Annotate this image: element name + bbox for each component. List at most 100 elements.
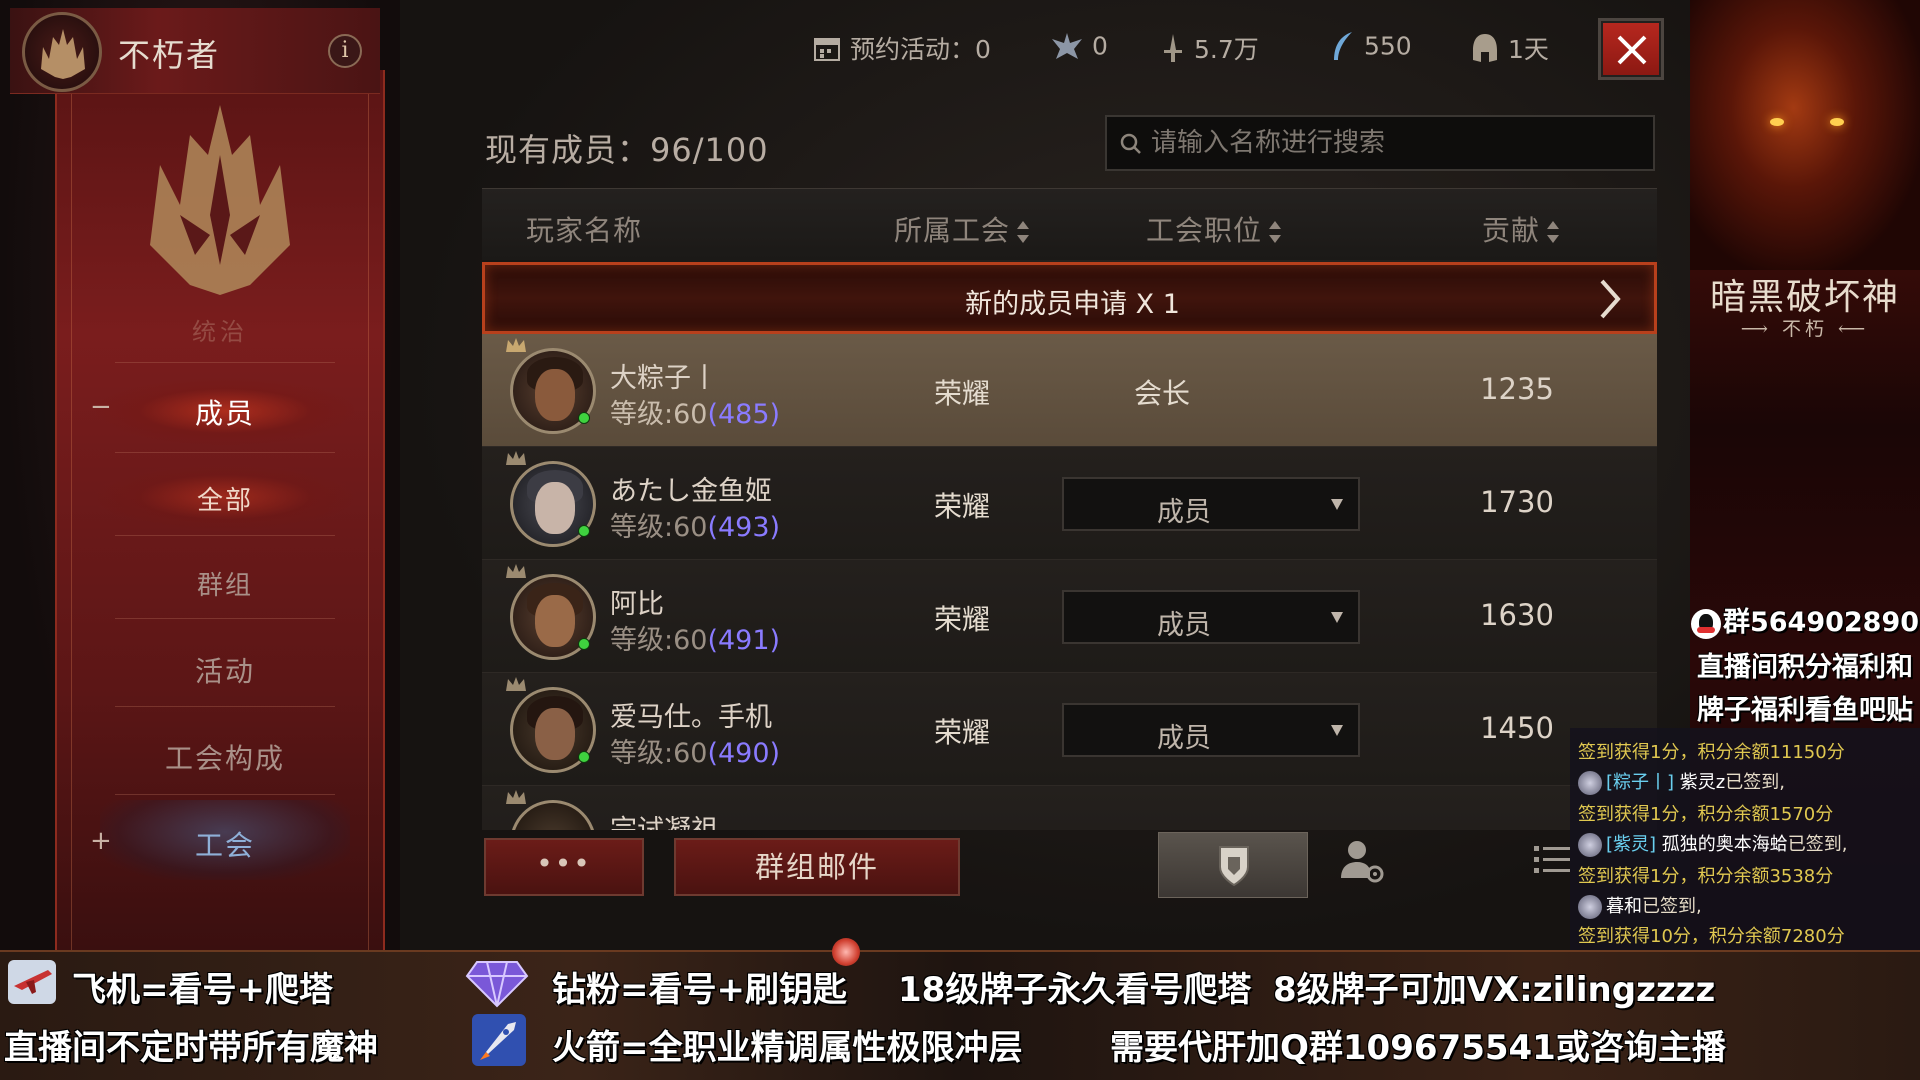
nav-item-all[interactable]: 全部: [90, 480, 360, 517]
nav-divider: [115, 535, 335, 536]
overlay-badge8-text: 8级牌子可加VX:zilingzzzz: [1273, 970, 1716, 1010]
member-row[interactable]: 大粽子丨 等级:60(485) 荣耀 会长 1235: [482, 334, 1657, 447]
overlay-rocket-text: 火箭=全职业精调属性极限冲层: [552, 1028, 1023, 1068]
role-dropdown-value: 成员: [1157, 610, 1211, 641]
player-level-power: (493): [707, 512, 781, 543]
more-button[interactable]: •••: [484, 838, 644, 896]
online-status-dot: [578, 412, 590, 424]
new-member-request-label: 新的成员申请 X 1: [965, 289, 1180, 320]
member-row[interactable]: 宗试凝祖: [482, 786, 1657, 830]
power-stat[interactable]: 5.7万: [1160, 30, 1259, 66]
nav-item-events[interactable]: 活动: [90, 650, 360, 690]
nav-item-members[interactable]: 成员: [90, 392, 360, 432]
list-icon: [1534, 846, 1570, 873]
nav-item-groups[interactable]: 群组: [90, 565, 360, 602]
player-contribution: 1235: [1480, 372, 1554, 406]
column-position[interactable]: 工会职位: [1146, 209, 1282, 249]
qq-icon: [1690, 608, 1721, 639]
role-dropdown[interactable]: 成员: [1062, 477, 1360, 531]
crest-caption: 统治: [192, 318, 248, 346]
member-settings-button[interactable]: [1337, 838, 1417, 896]
player-name: 阿比: [610, 589, 664, 620]
person-gear-icon: [1341, 841, 1384, 883]
calendar-icon: [814, 38, 840, 61]
player-level-power: (485): [707, 399, 781, 430]
chat-username: 暮和: [1606, 896, 1642, 917]
online-status-dot: [578, 638, 590, 650]
avatar: [1578, 771, 1602, 795]
chat-message: 签到获得1分，积分余额11150分: [1578, 738, 1845, 764]
role-dropdown[interactable]: 成员: [1062, 590, 1360, 644]
crown-icon: [506, 564, 526, 578]
column-guild[interactable]: 所属工会: [894, 209, 1030, 249]
helmet-icon: [1473, 34, 1497, 62]
player-level: 等级:60(485): [610, 392, 780, 431]
game-subtitle: ⟶ 不朽 ⟵: [1740, 318, 1870, 340]
overlay-diamond-text: 钻粉=看号+刷钥匙: [552, 970, 847, 1010]
player-name: 大粽子丨: [610, 363, 718, 394]
chevron-down-icon: [1331, 725, 1343, 736]
avatar-face: [535, 369, 575, 421]
member-search[interactable]: [1105, 115, 1655, 171]
promo-line-2: 牌子福利看鱼吧贴: [1697, 695, 1913, 726]
power-value: 5.7万: [1194, 35, 1259, 64]
dragon-eye: [1770, 118, 1784, 126]
column-contribution[interactable]: 贡献: [1482, 209, 1560, 249]
search-icon: [1120, 133, 1141, 154]
chat-text: 已签到,: [1725, 772, 1785, 793]
crest-stat[interactable]: 0: [1050, 30, 1108, 66]
game-title: 暗黑破坏神: [1709, 277, 1900, 318]
member-row[interactable]: 阿比 等级:60(491) 荣耀 成员 1630: [482, 560, 1657, 673]
crest-value: 0: [1092, 31, 1108, 61]
nav-divider: [115, 618, 335, 619]
search-input[interactable]: [1151, 123, 1641, 163]
nav-divider: [115, 452, 335, 453]
new-member-request-banner[interactable]: 新的成员申请 X 1: [482, 262, 1657, 334]
column-player-name-label: 玩家名称: [526, 214, 643, 247]
chat-message: 签到获得10分，积分余额7280分: [1578, 922, 1845, 948]
column-guild-label: 所属工会: [894, 214, 1011, 247]
shield-icon: [1219, 846, 1249, 887]
chat-text: 签到获得1分，积分余额11150分: [1578, 742, 1845, 763]
info-icon[interactable]: i: [328, 34, 362, 68]
player-role: 会长: [1133, 377, 1190, 410]
close-button[interactable]: [1598, 18, 1664, 80]
stream-chat: 签到获得1分，积分余额11150分 [粽子丨] 紫灵z已签到, 签到获得1分，积…: [1570, 728, 1920, 950]
days-value: 1天: [1508, 35, 1549, 64]
chat-username: 孤独的奥本海蛤: [1661, 834, 1788, 855]
chat-message: [紫灵] 孤独的奥本海蛤已签到,: [1578, 830, 1848, 857]
role-dropdown[interactable]: 成员: [1062, 703, 1360, 757]
avatar: [1578, 833, 1602, 857]
guild-shield-button[interactable]: [1158, 832, 1308, 898]
scheduled-events-stat[interactable]: 预约活动：0: [812, 30, 991, 66]
player-level-value: 等级:60: [610, 738, 708, 769]
member-row[interactable]: 爱马仕。手机 等级:60(490) 荣耀 成员 1450: [482, 673, 1657, 786]
column-player-name: 玩家名称: [526, 209, 642, 249]
qq-group-line: 群564902890: [1690, 600, 1920, 639]
avatar: [1578, 895, 1602, 919]
promo-line-1: 直播间积分福利和: [1697, 652, 1913, 683]
member-actions-bar: ••• 群组邮件: [482, 832, 1657, 902]
sort-icon: [1017, 221, 1030, 243]
days-stat[interactable]: 1天: [1470, 30, 1549, 66]
guild-name-header: 不朽者 i: [10, 8, 380, 94]
overlay-demon-gods-text: 直播间不定时带所有魔神: [4, 1028, 378, 1068]
chat-text: 签到获得10分，积分余额7280分: [1578, 926, 1845, 947]
player-level-value: 等级:60: [610, 512, 708, 543]
nav-divider: [115, 706, 335, 707]
group-mail-button[interactable]: 群组邮件: [674, 838, 960, 896]
nav-item-guild-composition[interactable]: 工会构成: [90, 737, 360, 777]
guild-name: 不朽者: [118, 36, 221, 74]
nav-item-guild[interactable]: 工会: [90, 824, 360, 864]
avatar-face: [535, 708, 575, 760]
member-row[interactable]: あたし金鱼姬 等级:60(493) 荣耀 成员 1730: [482, 447, 1657, 560]
player-level-power: (490): [707, 738, 781, 769]
role-dropdown-value: 成员: [1157, 723, 1211, 754]
column-position-label: 工会职位: [1146, 214, 1263, 247]
chat-message: 暮和已签到,: [1578, 892, 1702, 919]
feather-stat[interactable]: 550: [1330, 30, 1412, 66]
table-header: 玩家名称 所属工会 工会职位 贡献: [482, 188, 1657, 260]
crown-icon: [506, 677, 526, 691]
dragon-eye: [1830, 118, 1844, 126]
chat-message: 签到获得1分，积分余额3538分: [1578, 862, 1833, 888]
